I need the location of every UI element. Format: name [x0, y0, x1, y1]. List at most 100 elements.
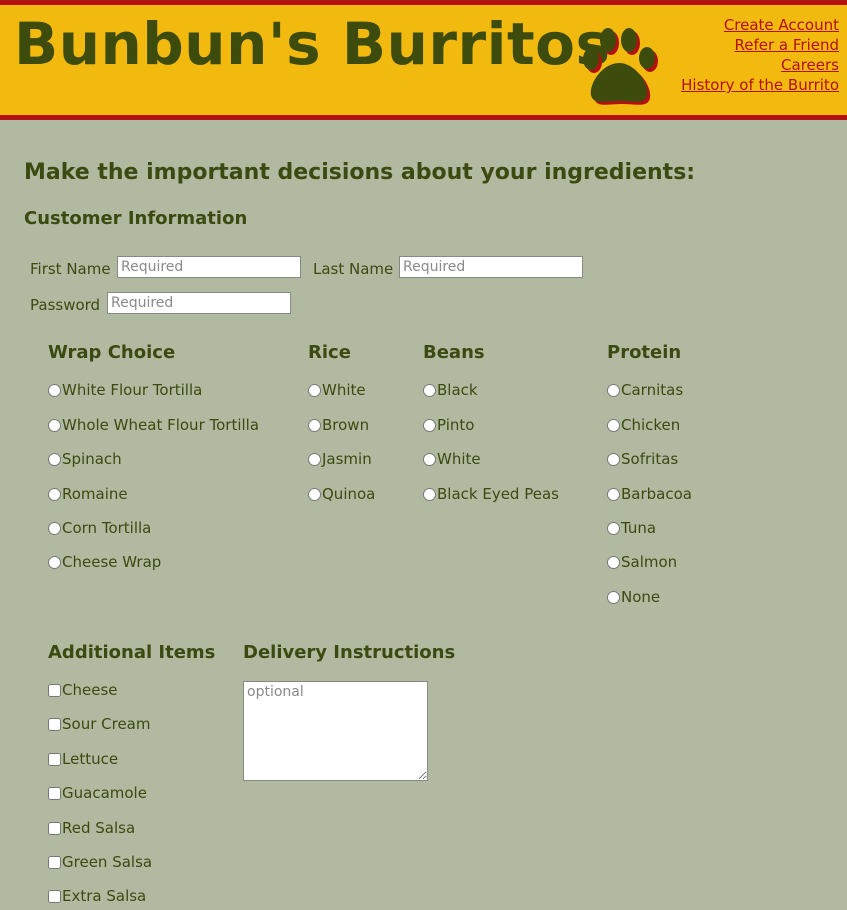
beans-option[interactable]: White: [423, 450, 481, 468]
rice-option[interactable]: Jasmin: [308, 450, 372, 468]
rice-heading: Rice: [308, 342, 351, 363]
option-label: Sour Cream: [62, 715, 151, 733]
rice-option[interactable]: White: [308, 381, 366, 399]
option-label: Pinto: [437, 416, 475, 434]
additional-option[interactable]: Sour Cream: [48, 715, 150, 733]
radio-button[interactable]: [308, 383, 321, 397]
protein-option[interactable]: Chicken: [607, 416, 680, 434]
beans-heading: Beans: [423, 342, 485, 363]
wrap-option[interactable]: Spinach: [48, 450, 122, 468]
wrap-choice-heading: Wrap Choice: [48, 342, 176, 363]
radio-button[interactable]: [607, 521, 620, 535]
rice-option[interactable]: Brown: [308, 416, 369, 434]
option-label: Extra Salsa: [62, 887, 147, 905]
beans-option[interactable]: Black Eyed Peas: [423, 485, 559, 503]
additional-option[interactable]: Cheese: [48, 681, 117, 699]
protein-heading: Protein: [607, 342, 682, 363]
radio-button[interactable]: [48, 383, 61, 397]
radio-button[interactable]: [607, 555, 620, 569]
site-header: Bunbun's Burritos Create Account Refer a…: [0, 0, 847, 120]
option-label: None: [621, 588, 661, 606]
create-account-link[interactable]: Create Account: [681, 15, 839, 35]
history-link[interactable]: History of the Burrito: [681, 75, 839, 95]
radio-button[interactable]: [607, 383, 620, 397]
last-name-label: Last Name: [313, 260, 394, 278]
option-label: Tuna: [621, 519, 657, 537]
radio-button[interactable]: [308, 418, 321, 432]
wrap-option[interactable]: Corn Tortilla: [48, 519, 151, 537]
customer-info-heading: Customer Information: [24, 208, 248, 229]
option-label: White: [322, 381, 366, 399]
checkbox[interactable]: [48, 717, 61, 731]
radio-button[interactable]: [423, 487, 436, 501]
rice-option[interactable]: Quinoa: [308, 485, 375, 503]
radio-button[interactable]: [48, 487, 61, 501]
option-label: Cheese Wrap: [62, 553, 162, 571]
option-label: Lettuce: [62, 750, 119, 768]
radio-button[interactable]: [308, 487, 321, 501]
checkbox[interactable]: [48, 786, 61, 800]
password-field[interactable]: [107, 292, 291, 314]
protein-option[interactable]: Sofritas: [607, 450, 678, 468]
radio-button[interactable]: [48, 418, 61, 432]
top-nav: Create Account Refer a Friend Careers Hi…: [681, 15, 839, 95]
checkbox[interactable]: [48, 752, 61, 766]
option-label: Red Salsa: [62, 819, 136, 837]
radio-button[interactable]: [607, 418, 620, 432]
wrap-option[interactable]: Romaine: [48, 485, 128, 503]
radio-button[interactable]: [607, 590, 620, 604]
radio-button[interactable]: [607, 452, 620, 466]
option-label: Cheese: [62, 681, 118, 699]
radio-button[interactable]: [308, 452, 321, 466]
option-label: Sofritas: [621, 450, 679, 468]
wrap-option[interactable]: Cheese Wrap: [48, 553, 161, 571]
paw-icon: [583, 28, 658, 105]
option-label: Salmon: [621, 553, 678, 571]
option-label: Romaine: [62, 485, 128, 503]
option-label: Green Salsa: [62, 853, 153, 871]
radio-button[interactable]: [607, 487, 620, 501]
delivery-instructions-textarea[interactable]: [243, 681, 428, 781]
option-label: Carnitas: [621, 381, 684, 399]
last-name-field[interactable]: [399, 256, 583, 278]
additional-option[interactable]: Guacamole: [48, 784, 147, 802]
page-heading: Make the important decisions about your …: [24, 160, 696, 185]
option-label: Chicken: [621, 416, 681, 434]
checkbox[interactable]: [48, 855, 61, 869]
protein-option[interactable]: Carnitas: [607, 381, 683, 399]
beans-option[interactable]: Pinto: [423, 416, 474, 434]
additional-option[interactable]: Lettuce: [48, 750, 118, 768]
radio-button[interactable]: [48, 555, 61, 569]
additional-option[interactable]: Red Salsa: [48, 819, 135, 837]
first-name-field[interactable]: [117, 256, 301, 278]
protein-option[interactable]: None: [607, 588, 660, 606]
brand-title: Bunbun's Burritos: [14, 10, 611, 78]
refer-friend-link[interactable]: Refer a Friend: [681, 35, 839, 55]
radio-button[interactable]: [48, 521, 61, 535]
additional-items-heading: Additional Items: [48, 642, 216, 663]
checkbox[interactable]: [48, 889, 61, 903]
option-label: Quinoa: [322, 485, 376, 503]
radio-button[interactable]: [423, 418, 436, 432]
option-label: Black: [437, 381, 478, 399]
wrap-option[interactable]: Whole Wheat Flour Tortilla: [48, 416, 259, 434]
option-label: Black Eyed Peas: [437, 485, 559, 503]
protein-option[interactable]: Tuna: [607, 519, 656, 537]
careers-link[interactable]: Careers: [681, 55, 839, 75]
option-label: Jasmin: [322, 450, 372, 468]
additional-option[interactable]: Extra Salsa: [48, 887, 146, 905]
additional-option[interactable]: Green Salsa: [48, 853, 152, 871]
radio-button[interactable]: [423, 383, 436, 397]
option-label: Corn Tortilla: [62, 519, 152, 537]
checkbox[interactable]: [48, 683, 61, 697]
protein-option[interactable]: Barbacoa: [607, 485, 692, 503]
option-label: Spinach: [62, 450, 122, 468]
wrap-option[interactable]: White Flour Tortilla: [48, 381, 202, 399]
password-label: Password: [30, 296, 101, 314]
radio-button[interactable]: [423, 452, 436, 466]
beans-option[interactable]: Black: [423, 381, 478, 399]
option-label: White: [437, 450, 481, 468]
protein-option[interactable]: Salmon: [607, 553, 677, 571]
radio-button[interactable]: [48, 452, 61, 466]
checkbox[interactable]: [48, 821, 61, 835]
